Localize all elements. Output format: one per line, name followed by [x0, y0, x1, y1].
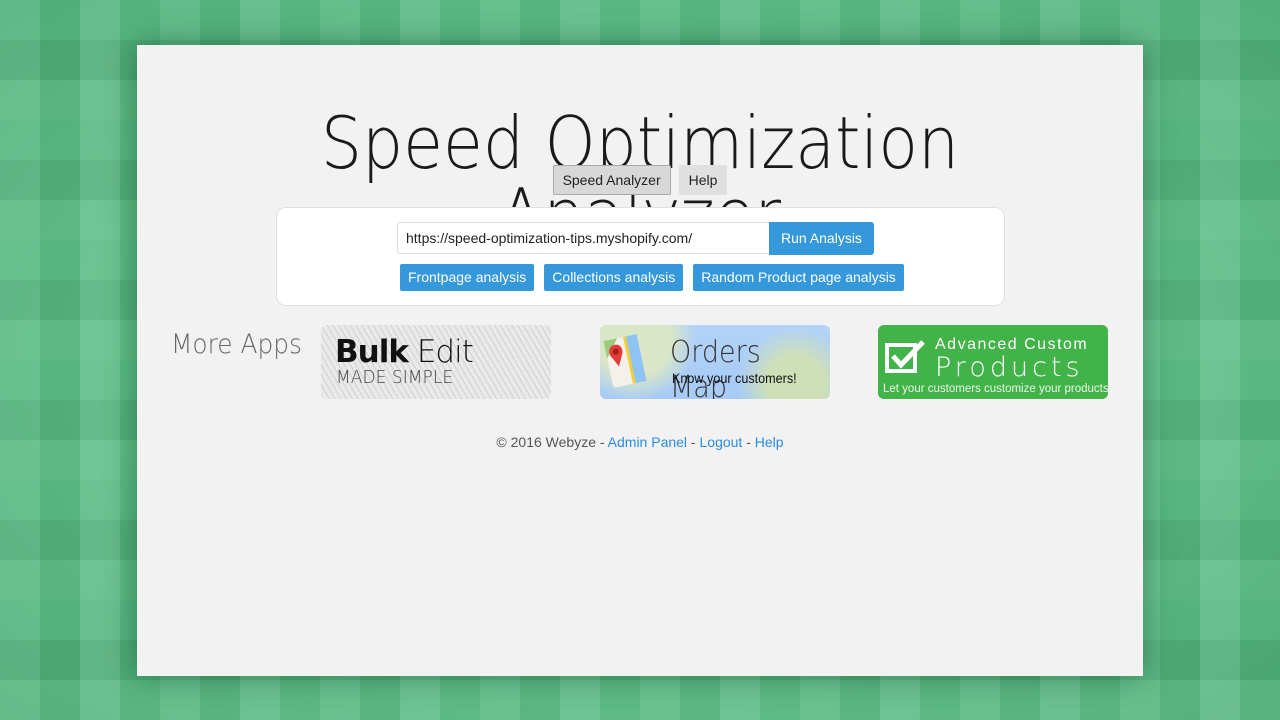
run-analysis-button[interactable]: Run Analysis: [769, 222, 874, 255]
bulk-edit-title: Bulk Edit: [335, 334, 474, 370]
footer-separator: -: [742, 434, 755, 450]
nav-speed-analyzer-button[interactable]: Speed Analyzer: [552, 165, 671, 195]
random-product-analysis-button[interactable]: Random Product page analysis: [693, 264, 904, 291]
analyzer-card: Run Analysis Frontpage analysis Collecti…: [276, 207, 1005, 306]
bulk-edit-title-bold: Bulk: [335, 334, 409, 370]
nav-help-button[interactable]: Help: [678, 165, 728, 195]
more-apps-label: More Apps: [171, 329, 302, 360]
orders-map-app-banner[interactable]: Orders Map Know your customers!: [600, 325, 830, 399]
footer-separator: -: [687, 434, 700, 450]
footer: © 2016 Webyze - Admin Panel - Logout - H…: [137, 434, 1143, 450]
acp-title-line2: Products: [935, 352, 1084, 383]
map-pin-icon: [603, 333, 647, 388]
advanced-custom-products-app-banner[interactable]: Advanced Custom Products Let your custom…: [878, 325, 1108, 399]
footer-copyright: © 2016 Webyze -: [496, 434, 608, 450]
orders-map-title: Orders Map: [670, 335, 761, 399]
footer-admin-panel-link[interactable]: Admin Panel: [608, 434, 687, 450]
orders-map-subtitle: Know your customers!: [672, 370, 797, 386]
footer-help-link[interactable]: Help: [755, 434, 784, 450]
footer-logout-link[interactable]: Logout: [700, 434, 743, 450]
bulk-edit-subtitle: MADE SIMPLE: [336, 367, 454, 388]
checkbox-check-icon: [885, 340, 925, 373]
bulk-edit-title-light: Edit: [416, 334, 474, 370]
app-panel: Speed Optimization Analyzer Speed Analyz…: [137, 45, 1143, 676]
acp-tagline: Let your customers customize your produc…: [883, 383, 1108, 395]
top-nav: Speed Analyzer Help: [137, 165, 1143, 195]
collections-analysis-button[interactable]: Collections analysis: [544, 264, 684, 291]
bulk-edit-app-banner[interactable]: Bulk Edit MADE SIMPLE: [321, 325, 551, 399]
url-row: Run Analysis: [397, 222, 874, 255]
analysis-type-buttons: Frontpage analysis Collections analysis …: [400, 264, 904, 291]
frontpage-analysis-button[interactable]: Frontpage analysis: [400, 264, 535, 291]
url-input[interactable]: [397, 222, 769, 254]
